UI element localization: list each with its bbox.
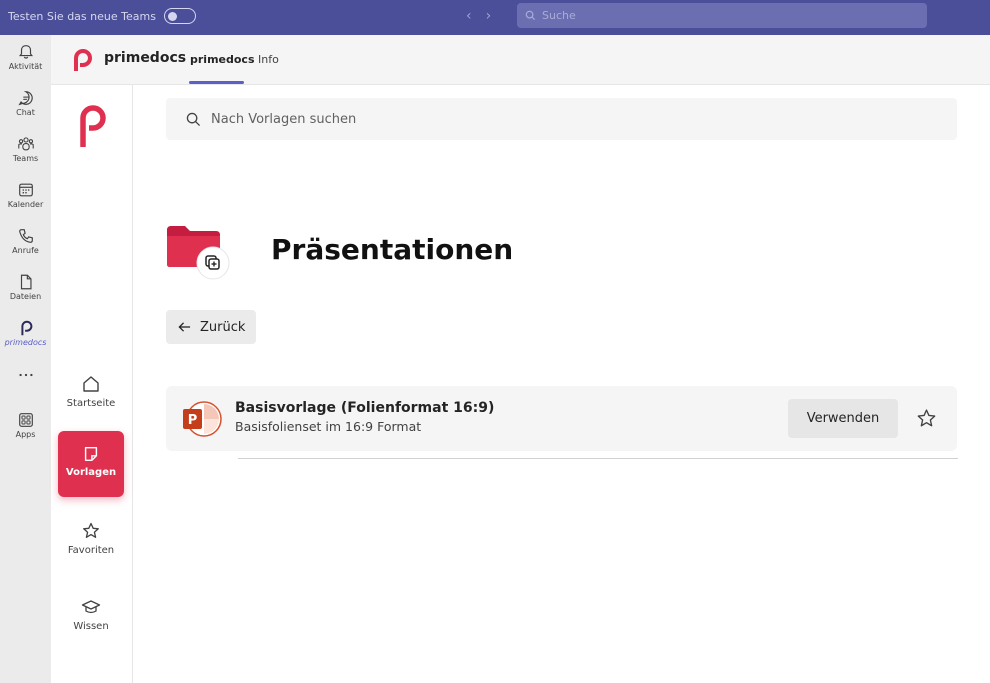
sidebar-item-label: Vorlagen	[65, 467, 117, 478]
graduation-cap-icon	[81, 600, 101, 614]
more-icon	[18, 373, 33, 377]
rail-label: Kalender	[7, 200, 44, 209]
new-teams-toggle-area: Testen Sie das neue Teams	[8, 8, 196, 24]
rail-item-chat[interactable]: Chat	[0, 89, 51, 117]
new-teams-label: Testen Sie das neue Teams	[8, 9, 156, 23]
search-icon	[186, 112, 201, 126]
rail-label: Anrufe	[12, 246, 39, 255]
rail-label: primedocs	[4, 338, 47, 347]
rail-more-button[interactable]	[0, 371, 51, 379]
sidebar-item-favorites[interactable]: Favoriten	[58, 507, 124, 573]
tab-primedocs[interactable]: primedocs	[190, 53, 255, 66]
global-search-placeholder: Suche	[542, 9, 576, 22]
rail-item-primedocs[interactable]: primedocs	[0, 319, 51, 347]
template-search-placeholder: Nach Vorlagen suchen	[211, 111, 357, 127]
rail-label: Teams	[12, 154, 39, 163]
favorite-star-icon[interactable]	[916, 408, 937, 429]
primedocs-brand-logo-icon	[80, 105, 106, 147]
global-search-input[interactable]: Suche	[517, 3, 927, 28]
sidebar-item-label: Wissen	[73, 621, 109, 632]
rail-label: Dateien	[9, 292, 42, 301]
primedocs-icon	[20, 320, 32, 336]
template-subtitle: Basisfolienset im 16:9 Format	[235, 419, 422, 434]
sidebar-item-home[interactable]: Startseite	[58, 360, 124, 426]
back-button-label: Zurück	[200, 319, 246, 335]
rail-label: Chat	[16, 108, 35, 117]
phone-icon	[18, 229, 33, 243]
forward-arrow-icon[interactable]: ›	[486, 8, 492, 24]
active-tab-indicator	[189, 81, 244, 84]
template-icon	[84, 446, 98, 462]
title-bar: Testen Sie das neue Teams ‹ › Suche	[0, 0, 990, 35]
calendar-icon	[18, 183, 33, 197]
rail-label: Aktivität	[8, 62, 43, 71]
app-sidebar: Startseite Vorlagen Favoriten Wissen	[51, 85, 133, 683]
home-icon	[83, 376, 99, 392]
presentation-folder-icon	[166, 224, 232, 282]
search-icon	[525, 10, 536, 21]
sidebar-item-label: Startseite	[66, 398, 116, 409]
tab-info[interactable]: Info	[258, 53, 279, 66]
apps-icon	[18, 413, 33, 427]
powerpoint-icon: P	[183, 401, 222, 437]
rail-item-calendar[interactable]: Kalender	[0, 181, 51, 209]
star-icon	[83, 522, 99, 538]
back-arrow-icon[interactable]: ‹	[466, 8, 472, 24]
svg-text:P: P	[188, 413, 198, 428]
back-button[interactable]: Zurück	[166, 310, 256, 344]
new-teams-toggle[interactable]	[163, 8, 196, 24]
teams-icon	[17, 137, 34, 151]
primedocs-logo-icon	[74, 49, 92, 71]
template-title: Basisvorlage (Folienformat 16:9)	[235, 400, 495, 416]
app-name: primedocs	[104, 50, 187, 66]
arrow-left-icon	[178, 322, 191, 332]
use-template-button[interactable]: Verwenden	[788, 399, 898, 438]
sidebar-item-knowledge[interactable]: Wissen	[58, 583, 124, 649]
bell-icon	[18, 45, 33, 59]
page-title: Präsentationen	[271, 233, 514, 266]
rail-item-activity[interactable]: Aktivität	[0, 43, 51, 71]
app-header: primedocs primedocs Info	[51, 35, 990, 85]
rail-item-files[interactable]: Dateien	[0, 273, 51, 301]
sidebar-item-label: Favoriten	[67, 545, 115, 556]
list-divider	[238, 458, 958, 459]
rail-item-apps[interactable]: Apps	[0, 411, 51, 439]
template-search-input[interactable]: Nach Vorlagen suchen	[166, 98, 957, 140]
file-icon	[20, 274, 32, 290]
sidebar-item-templates[interactable]: Vorlagen	[58, 431, 124, 497]
rail-label: Apps	[15, 430, 36, 439]
chat-icon	[17, 91, 33, 106]
template-card[interactable]: P Basisvorlage (Folienformat 16:9) Basis…	[166, 386, 957, 451]
history-nav: ‹ ›	[466, 8, 491, 24]
rail-item-teams[interactable]: Teams	[0, 135, 51, 163]
app-rail: Aktivität Chat Teams Kalender Anrufe Dat…	[0, 35, 51, 683]
rail-item-calls[interactable]: Anrufe	[0, 227, 51, 255]
